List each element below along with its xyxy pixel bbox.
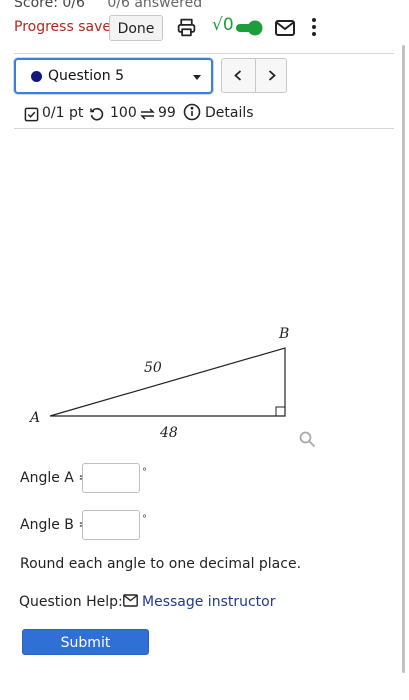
angle-a-degree: °: [142, 467, 147, 478]
question-help-label: Question Help:: [19, 594, 123, 610]
angle-b-input[interactable]: [82, 510, 140, 540]
angle-b-degree: °: [142, 514, 147, 525]
right-angle-marker: [275, 406, 285, 416]
vertex-b-label: B: [278, 326, 289, 342]
triangle-figure: A B 50 48: [28, 326, 289, 441]
instructions-text: Round each angle to one decimal place.: [20, 556, 302, 572]
angle-a-input[interactable]: [82, 463, 140, 493]
submit-question-button[interactable]: Submit Question: [22, 629, 149, 675]
angle-a-label: Angle A =: [20, 470, 91, 486]
envelope-icon: [123, 594, 138, 607]
right-triangle: [49, 347, 286, 417]
angle-b-label: Angle B =: [20, 517, 91, 533]
zoom-icon[interactable]: [299, 431, 316, 448]
base-label: 48: [159, 425, 178, 441]
hypotenuse-label: 50: [144, 360, 162, 376]
message-instructor-link[interactable]: Message instructor: [142, 594, 276, 610]
vertex-a-label: A: [28, 410, 40, 426]
scrollbar[interactable]: [402, 45, 405, 673]
